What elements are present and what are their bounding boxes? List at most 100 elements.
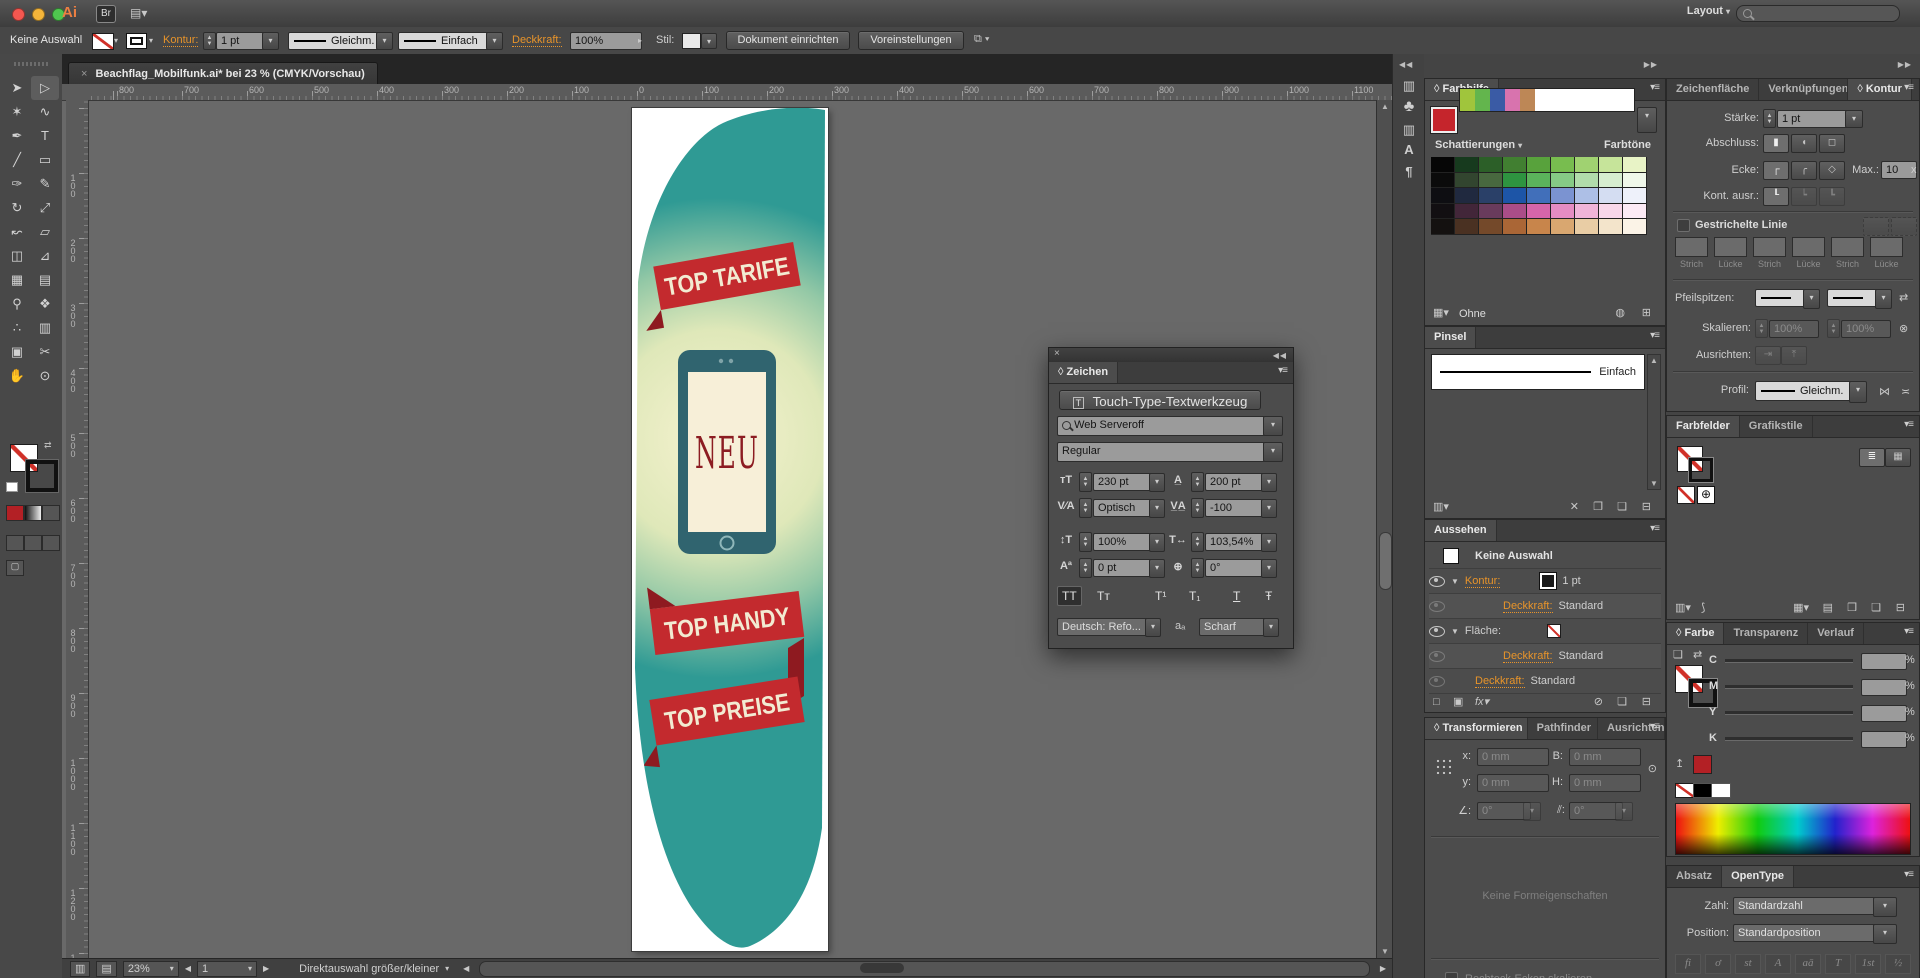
hscale-dropdown-icon[interactable] xyxy=(1261,533,1277,552)
delete-brush-icon[interactable]: ⊟ xyxy=(1642,500,1651,513)
color-cell[interactable] xyxy=(1503,173,1527,189)
draw-inside-button[interactable] xyxy=(42,535,60,551)
baseline-dropdown-icon[interactable] xyxy=(1149,559,1165,578)
dashed-line-checkbox[interactable] xyxy=(1677,219,1690,232)
font-style-dropdown-icon[interactable] xyxy=(1263,442,1283,462)
draw-normal-button[interactable] xyxy=(6,535,24,551)
beachflag-artwork[interactable]: TOP TARIFE NEU xyxy=(632,108,828,951)
color-cell[interactable] xyxy=(1479,219,1503,235)
column-graph-tool[interactable]: ▥ xyxy=(31,316,59,340)
miter-join-button[interactable]: ┌ xyxy=(1763,161,1789,180)
harmony-swatch[interactable] xyxy=(1460,89,1475,111)
zoom-level-dropdown[interactable]: 23% ▾ xyxy=(123,961,179,977)
delete-swatch-icon[interactable]: ⊟ xyxy=(1896,601,1905,614)
opacity-link-label[interactable]: Deckkraft: xyxy=(1503,600,1553,613)
tab-pinsel[interactable]: Pinsel xyxy=(1425,327,1476,348)
registration-swatch[interactable]: ⊕ xyxy=(1697,486,1715,504)
color-cell[interactable] xyxy=(1575,173,1599,189)
swatch-libraries-icon[interactable]: ▥ xyxy=(1393,122,1425,138)
scale-start-stepper[interactable]: ▲▼ xyxy=(1755,319,1768,338)
align-inside-button[interactable]: ┕ xyxy=(1791,187,1817,206)
tab-opentype[interactable]: OpenType xyxy=(1722,866,1794,887)
color-cell[interactable] xyxy=(1551,173,1575,189)
figure-field[interactable]: Standardzahl xyxy=(1733,897,1881,915)
color-cell[interactable] xyxy=(1479,173,1503,189)
eyedropper-tool[interactable]: ⚲ xyxy=(3,292,31,316)
tab-grafikstile[interactable]: Grafikstile xyxy=(1740,416,1813,437)
panel-menu-icon[interactable] xyxy=(1650,82,1659,93)
paintbrush-tool[interactable]: ✑ xyxy=(3,172,31,196)
font-family-dropdown-icon[interactable] xyxy=(1263,416,1283,436)
harmony-swatch[interactable] xyxy=(1490,89,1505,111)
black-button[interactable] xyxy=(1693,783,1713,798)
color-cell[interactable] xyxy=(1599,173,1623,189)
pencil-tool[interactable]: ✎ xyxy=(31,172,59,196)
new-color-group-icon[interactable]: ❒ xyxy=(1847,601,1857,614)
shades-dropdown[interactable]: Schattierungen ▾ xyxy=(1435,139,1522,151)
feature-button[interactable]: st xyxy=(1735,954,1761,974)
underline-button[interactable]: T xyxy=(1229,586,1244,606)
font-size-field[interactable]: 230 pt xyxy=(1093,473,1157,491)
slice-tool[interactable]: ✂ xyxy=(31,340,59,364)
fill-row[interactable]: ▼ Fläche: xyxy=(1429,619,1661,644)
new-swatch-icon[interactable]: ❏ xyxy=(1871,601,1881,614)
profile-dropdown-icon[interactable] xyxy=(376,32,393,50)
artboard-navigation-field[interactable]: 1 ▾ xyxy=(197,961,257,977)
anti-alias-dropdown-icon[interactable] xyxy=(1263,618,1279,637)
round-cap-button[interactable]: ◖ xyxy=(1791,134,1817,153)
font-size-stepper[interactable]: ▲▼ xyxy=(1079,472,1092,492)
feature-button[interactable]: fi xyxy=(1675,954,1701,974)
style-swatch[interactable] xyxy=(682,33,701,49)
swatch-options-icon[interactable]: ▤ xyxy=(1823,601,1833,614)
fill-stroke-toggle-icon[interactable]: ❏ xyxy=(1673,648,1683,661)
swap-arrowheads-icon[interactable]: ⇄ xyxy=(1899,291,1908,304)
arrowhead-start-icon[interactable] xyxy=(1803,289,1820,309)
brush-dropdown-icon[interactable] xyxy=(486,32,503,50)
rotation-stepper[interactable]: ▲▼ xyxy=(1191,558,1204,578)
color-cell[interactable] xyxy=(1575,219,1599,235)
position-field[interactable]: Standardposition xyxy=(1733,924,1881,942)
font-style-field[interactable]: Regular xyxy=(1057,442,1265,462)
close-tab-icon[interactable]: × xyxy=(81,68,87,80)
constrain-proportions-icon[interactable]: ⊙ xyxy=(1648,762,1657,775)
subscript-button[interactable]: T₁ xyxy=(1185,586,1204,606)
color-cell[interactable] xyxy=(1623,188,1647,204)
save-to-swatches-icon[interactable]: ⊞ xyxy=(1642,306,1651,319)
clear-appearance-icon[interactable]: ⊘ xyxy=(1594,695,1603,708)
feature-button[interactable]: 1st xyxy=(1855,954,1881,974)
arrowhead-end-icon[interactable] xyxy=(1875,289,1892,309)
small-caps-button[interactable]: Tᴛ xyxy=(1093,586,1114,606)
brush-definition-dropdown[interactable]: Einfach xyxy=(398,32,496,50)
color-cell[interactable] xyxy=(1503,219,1527,235)
align-dash-button[interactable] xyxy=(1891,217,1917,236)
feature-button[interactable]: ½ xyxy=(1885,954,1911,974)
scale-tool[interactable]: ⤢ xyxy=(31,196,59,220)
pen-tool[interactable]: ✒ xyxy=(3,124,31,148)
rotation-field[interactable]: 0° xyxy=(1205,559,1269,577)
color-cell[interactable] xyxy=(1431,157,1455,173)
channel-value-field[interactable] xyxy=(1861,679,1907,696)
align-center-button[interactable]: ┖ xyxy=(1763,187,1789,206)
visibility-eye-icon[interactable] xyxy=(1429,601,1445,612)
kerning-dropdown-icon[interactable] xyxy=(1149,499,1165,518)
paragraph-styles-icon[interactable]: ¶ xyxy=(1393,164,1425,179)
tab-farbe[interactable]: Farbe xyxy=(1667,623,1724,644)
new-stroke-icon[interactable]: □ xyxy=(1433,696,1440,708)
color-cell[interactable] xyxy=(1551,188,1575,204)
scroll-up-icon[interactable]: ▲ xyxy=(1648,356,1660,365)
document-tab[interactable]: × Beachflag_Mobilfunk.ai* bei 23 % (CMYK… xyxy=(68,62,378,85)
color-variation-grid[interactable] xyxy=(1431,157,1647,235)
default-colors-icon[interactable] xyxy=(6,482,18,492)
new-brush-icon[interactable]: ❏ xyxy=(1617,500,1627,513)
stroke-proxy-frame[interactable] xyxy=(1689,458,1713,482)
opacity-field[interactable]: 100% xyxy=(570,32,642,50)
blend-tool[interactable]: ❖ xyxy=(31,292,59,316)
kerning-field[interactable]: Optisch xyxy=(1093,499,1157,517)
preferences-button[interactable]: Voreinstellungen xyxy=(858,31,964,50)
status-menu-icon[interactable]: ▾ xyxy=(445,964,449,973)
collapse-dock-icon[interactable]: ▶▶ xyxy=(1898,60,1912,69)
x-field[interactable]: 0 mm xyxy=(1477,748,1549,766)
scale-end-field[interactable]: 100% xyxy=(1841,320,1891,338)
panel-menu-icon[interactable] xyxy=(1904,869,1913,880)
harmony-dropdown-icon[interactable] xyxy=(1637,107,1657,133)
